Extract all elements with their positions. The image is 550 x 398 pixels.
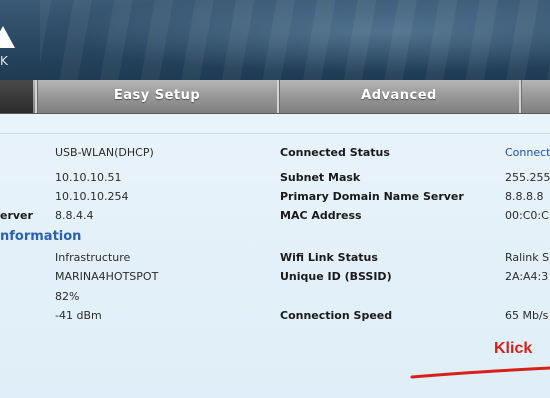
brand-logo-text: K bbox=[0, 54, 9, 68]
brand-logo-icon bbox=[0, 26, 15, 48]
tab-easy-setup[interactable]: Easy Setup bbox=[35, 80, 277, 113]
nav-tab-status[interactable] bbox=[0, 80, 33, 113]
status-panel: USB-WLAN(DHCP) Connected Status Connect … bbox=[0, 114, 550, 398]
main-navigation: Easy Setup Advanced bbox=[0, 80, 550, 114]
tab-advanced[interactable]: Advanced bbox=[277, 80, 519, 113]
annotation-underline bbox=[410, 366, 550, 379]
tab-next[interactable] bbox=[519, 80, 550, 113]
router-header-banner: K bbox=[0, 0, 550, 80]
